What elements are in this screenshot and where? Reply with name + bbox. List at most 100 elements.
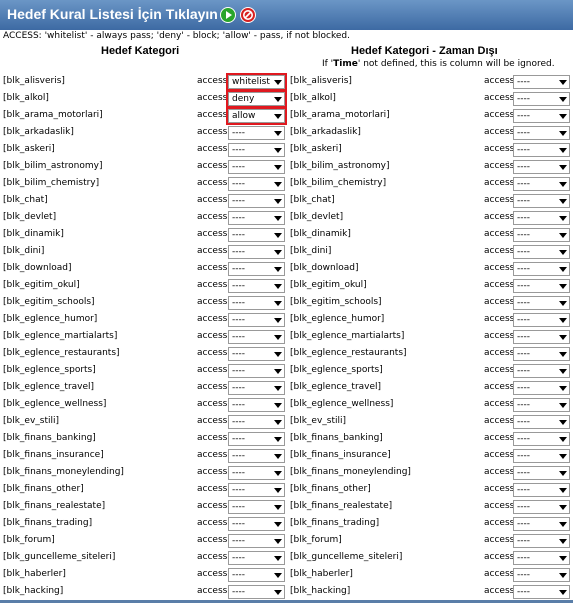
access-select-offtime[interactable]: ---- [513, 211, 570, 225]
access-select-value: ---- [232, 315, 245, 325]
access-select-offtime[interactable]: ---- [513, 585, 570, 599]
access-select[interactable]: ---- [228, 296, 285, 310]
play-icon[interactable] [220, 7, 236, 23]
access-select-offtime[interactable]: ---- [513, 143, 570, 157]
category-label-offtime: [blk_arama_motorlari] [290, 110, 390, 120]
category-label: [blk_bilim_astronomy] [3, 161, 103, 171]
rule-row: [blk_devlet] access ---- [blk_devlet] access… [0, 210, 573, 227]
access-select-value: ---- [517, 587, 530, 597]
access-select-offtime[interactable]: ---- [513, 109, 570, 123]
access-select-offtime[interactable]: ---- [513, 466, 570, 480]
access-select-offtime[interactable]: ---- [513, 432, 570, 446]
chevron-down-icon [559, 216, 567, 221]
rule-row: [blk_egitim_okul] access ---- [blk_egitim_o… [0, 278, 573, 295]
access-select-offtime[interactable]: ---- [513, 330, 570, 344]
access-select[interactable]: ---- [228, 534, 285, 548]
access-label: access [197, 331, 228, 341]
access-select[interactable]: ---- [228, 279, 285, 293]
chevron-down-icon [274, 488, 282, 493]
access-select-value: ---- [232, 587, 245, 597]
access-select[interactable]: ---- [228, 347, 285, 361]
access-select-value: ---- [517, 553, 530, 563]
chevron-down-icon [274, 165, 282, 170]
access-select[interactable]: ---- [228, 466, 285, 480]
access-select[interactable]: ---- [228, 398, 285, 412]
page-title[interactable]: Hedef Kural Listesi İçin Tıklayın [7, 6, 218, 22]
chevron-down-icon [559, 250, 567, 255]
access-select-offtime[interactable]: ---- [513, 92, 570, 106]
access-select[interactable]: ---- [228, 568, 285, 582]
access-select-offtime[interactable]: ---- [513, 194, 570, 208]
access-select[interactable]: deny [226, 90, 287, 108]
access-select-offtime[interactable]: ---- [513, 517, 570, 531]
access-label: access [484, 263, 515, 273]
access-label: access [197, 246, 228, 256]
access-select-offtime[interactable]: ---- [513, 568, 570, 582]
access-select[interactable]: ---- [228, 483, 285, 497]
access-select-offtime[interactable]: ---- [513, 398, 570, 412]
access-select-offtime[interactable]: ---- [513, 296, 570, 310]
access-select-offtime[interactable]: ---- [513, 160, 570, 174]
access-select-offtime[interactable]: ---- [513, 279, 570, 293]
access-select[interactable]: ---- [228, 585, 285, 599]
chevron-down-icon [559, 148, 567, 153]
access-label: access [484, 297, 515, 307]
category-label-offtime: [blk_finans_realestate] [290, 501, 393, 511]
access-select-offtime[interactable]: ---- [513, 381, 570, 395]
category-label-offtime: [blk_devlet] [290, 212, 344, 222]
access-select-offtime[interactable]: ---- [513, 415, 570, 429]
access-select-value: ---- [517, 281, 530, 291]
access-select[interactable]: ---- [228, 432, 285, 446]
access-select-offtime[interactable]: ---- [513, 262, 570, 276]
access-label: access [197, 297, 228, 307]
access-select[interactable]: allow [226, 107, 287, 125]
access-select-offtime[interactable]: ---- [513, 126, 570, 140]
access-select[interactable]: ---- [228, 228, 285, 242]
access-select-value: ---- [232, 502, 245, 512]
access-select[interactable]: ---- [228, 160, 285, 174]
access-select-offtime[interactable]: ---- [513, 228, 570, 242]
access-select-offtime[interactable]: ---- [513, 534, 570, 548]
access-select[interactable]: ---- [228, 517, 285, 531]
access-select[interactable]: ---- [228, 330, 285, 344]
access-select[interactable]: ---- [228, 381, 285, 395]
access-select[interactable]: ---- [228, 449, 285, 463]
access-select-offtime[interactable]: ---- [513, 177, 570, 191]
category-label-offtime: [blk_eglence_martialarts] [290, 331, 405, 341]
access-label: access [484, 501, 515, 511]
access-select-offtime[interactable]: ---- [513, 75, 570, 89]
access-select[interactable]: ---- [228, 500, 285, 514]
access-select[interactable]: ---- [228, 551, 285, 565]
access-select[interactable]: ---- [228, 194, 285, 208]
chevron-down-icon [274, 556, 282, 561]
access-select[interactable]: ---- [228, 245, 285, 259]
access-select[interactable]: ---- [228, 313, 285, 327]
access-select[interactable]: ---- [228, 415, 285, 429]
access-select-offtime[interactable]: ---- [513, 483, 570, 497]
access-select-offtime[interactable]: ---- [513, 551, 570, 565]
title-bar: Hedef Kural Listesi İçin Tıklayın [0, 0, 573, 30]
category-label-offtime: [blk_finans_insurance] [290, 450, 391, 460]
access-select-offtime[interactable]: ---- [513, 449, 570, 463]
access-select-offtime[interactable]: ---- [513, 364, 570, 378]
access-label: access [197, 110, 228, 120]
access-select-offtime[interactable]: ---- [513, 245, 570, 259]
access-select-offtime[interactable]: ---- [513, 500, 570, 514]
stop-icon[interactable] [240, 7, 256, 23]
access-select-value: ---- [232, 536, 245, 546]
access-select[interactable]: ---- [228, 262, 285, 276]
access-select-offtime[interactable]: ---- [513, 313, 570, 327]
chevron-down-icon [559, 590, 567, 595]
chevron-down-icon [274, 80, 282, 85]
access-select[interactable]: whitelist [226, 73, 287, 91]
access-label: access [197, 399, 228, 409]
access-select[interactable]: ---- [228, 211, 285, 225]
access-select-offtime[interactable]: ---- [513, 347, 570, 361]
category-label-offtime: [blk_haberler] [290, 569, 353, 579]
category-label: [blk_finans_trading] [3, 518, 93, 528]
access-select[interactable]: ---- [228, 364, 285, 378]
rule-row: [blk_eglence_martialarts] access ---- [blk_… [0, 329, 573, 346]
access-select[interactable]: ---- [228, 177, 285, 191]
access-select[interactable]: ---- [228, 126, 285, 140]
access-select[interactable]: ---- [228, 143, 285, 157]
